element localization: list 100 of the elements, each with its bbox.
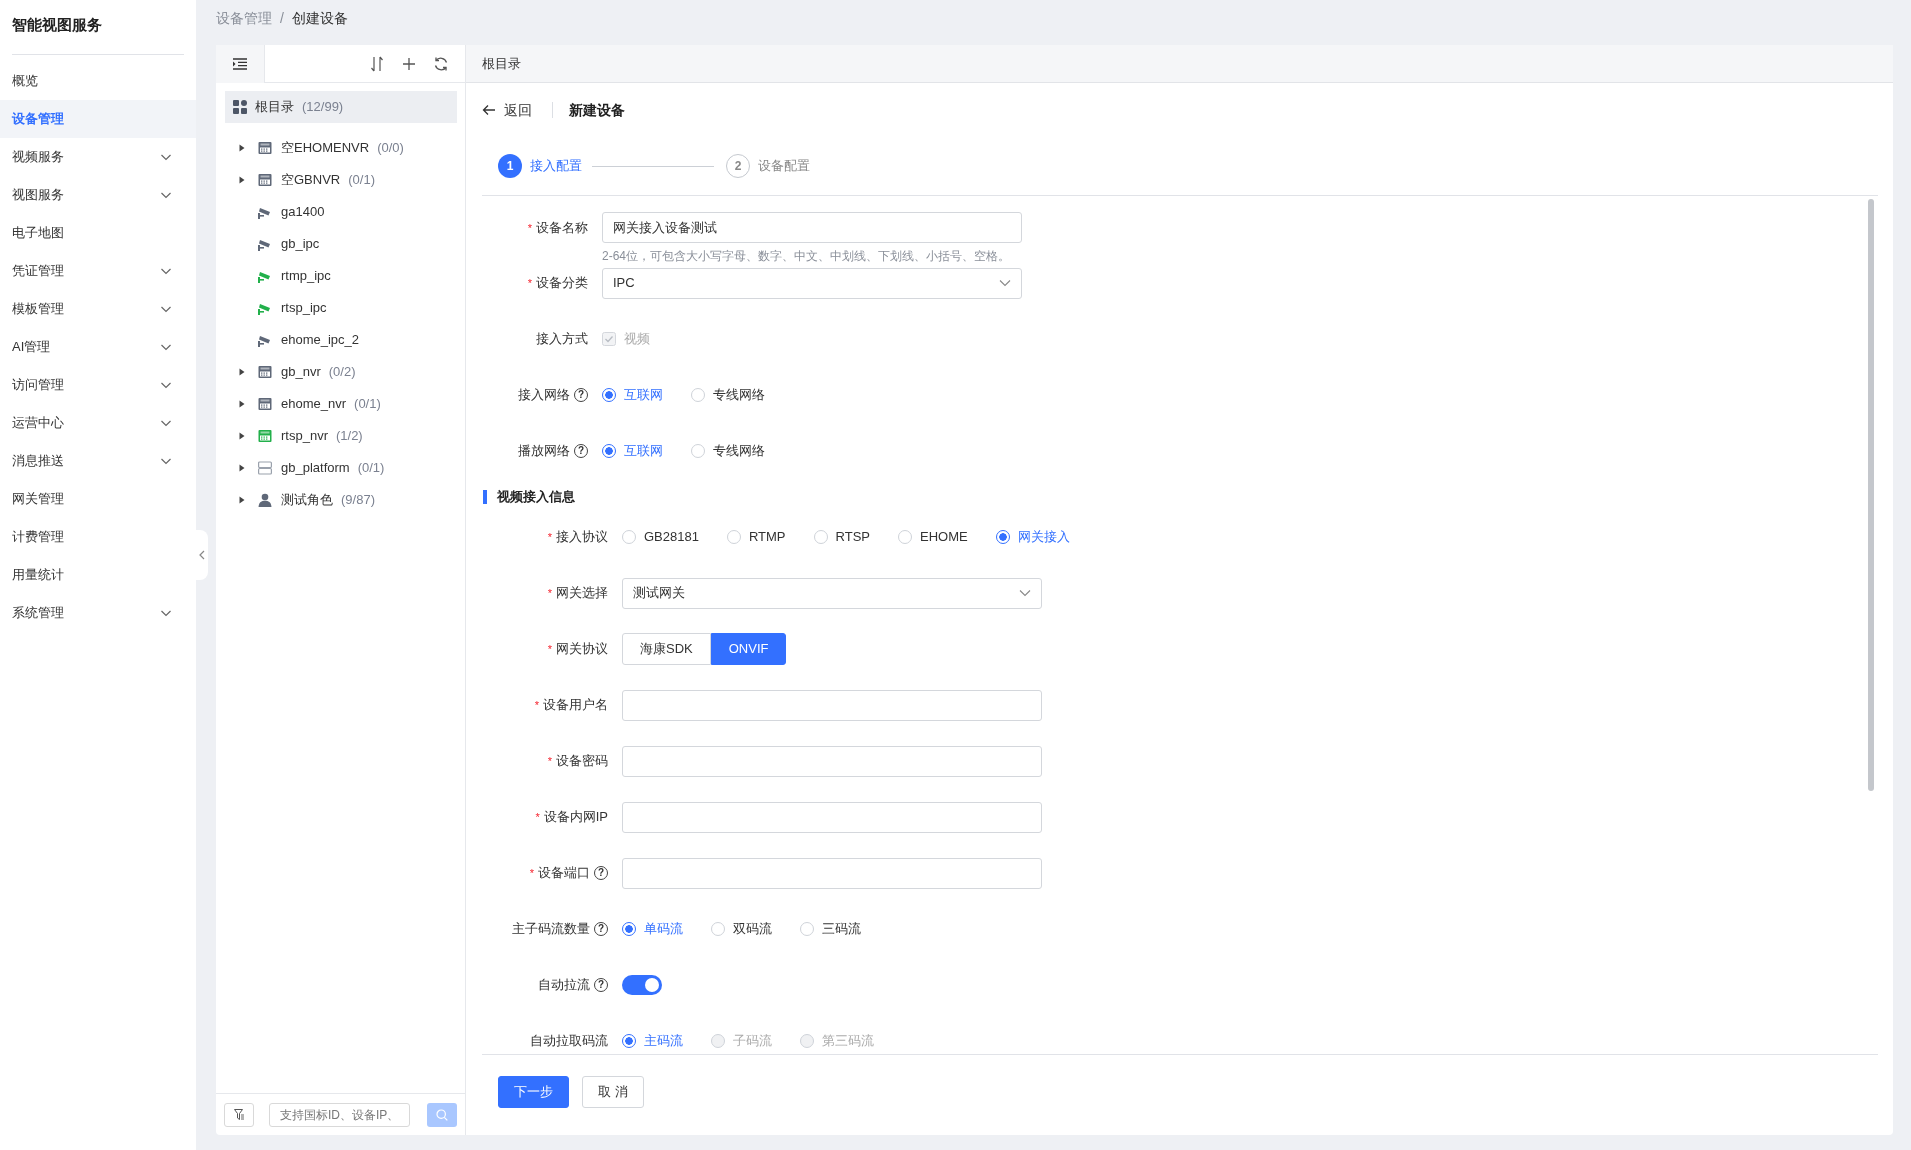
tree-label: rtsp_nvr	[281, 427, 328, 446]
sidebar-item[interactable]: 概览	[0, 62, 196, 100]
toggle-switch[interactable]	[622, 975, 662, 995]
radio-button[interactable]	[602, 388, 616, 402]
tree-item[interactable]: ehome_nvr (0/1)	[225, 388, 457, 420]
tree-label: 空GBNVR	[281, 171, 341, 190]
menu-icon	[233, 57, 247, 70]
scrollbar-thumb[interactable]	[1868, 199, 1874, 791]
tree-label: gb_platform	[281, 459, 350, 478]
required-mark: *	[547, 753, 552, 769]
next-button[interactable]: 下一步	[498, 1075, 569, 1108]
sidebar-item[interactable]: 系统管理	[0, 594, 196, 632]
tree-item[interactable]: rtmp_ipc	[225, 260, 457, 292]
option-label: RTSP	[835, 528, 870, 547]
tree-label: 空EHOMENVR	[281, 139, 370, 158]
tree-item[interactable]: rtsp_nvr (1/2)	[225, 420, 457, 452]
tree-count: (0/2)	[328, 363, 356, 382]
tree-item[interactable]: rtsp_ipc	[225, 292, 457, 324]
option-label: 专线网络	[713, 386, 765, 405]
caret-right-icon[interactable]	[238, 432, 246, 440]
chevron-down-icon	[1019, 589, 1031, 597]
sidebar-item[interactable]: 访问管理	[0, 366, 196, 404]
field-label: 播放网络	[518, 442, 570, 461]
option-label: 专线网络	[713, 442, 765, 461]
caret-right-icon[interactable]	[238, 400, 246, 408]
segment-tab[interactable]: ONVIF	[710, 633, 787, 665]
field-label: 自动拉流	[538, 976, 590, 995]
required-mark: *	[527, 275, 532, 291]
tree-label: ga1400	[281, 203, 325, 222]
back-link[interactable]: 返回	[482, 99, 532, 121]
cancel-button[interactable]: 取 消	[582, 1075, 644, 1108]
required-mark: *	[535, 809, 540, 825]
select-field[interactable]: IPC	[602, 267, 1022, 299]
caret-right-icon[interactable]	[238, 464, 246, 472]
tree-count: (0/1)	[357, 459, 385, 478]
radio-button[interactable]	[602, 444, 616, 458]
caret-right-icon[interactable]	[238, 176, 246, 184]
tree-item[interactable]: 空EHOMENVR (0/0)	[225, 132, 457, 164]
option-label: 双码流	[733, 920, 772, 939]
option-label: 互联网	[624, 386, 663, 405]
sidebar-item[interactable]: 电子地图	[0, 214, 196, 252]
hint-text: 2-64位，可包含大小写字母、数字、中文、中划线、下划线、小括号、空格。	[602, 248, 1012, 265]
tree-count: (0/1)	[348, 171, 375, 190]
tree-item[interactable]: gb_ipc	[225, 228, 457, 260]
sidebar-item[interactable]: 消息推送	[0, 442, 196, 480]
tree-item[interactable]: gb_platform (0/1)	[225, 452, 457, 484]
tree-item[interactable]: gb_nvr (0/2)	[225, 356, 457, 388]
sidebar-item[interactable]: 用量统计	[0, 556, 196, 594]
required-mark: *	[527, 220, 532, 236]
tree-item[interactable]: 测试角色 (9/87)	[225, 484, 457, 516]
field-label: 设备密码	[556, 752, 608, 771]
field-label: 设备端口	[538, 864, 590, 883]
caret-right-icon[interactable]	[238, 144, 246, 152]
sidebar-item[interactable]: 视频服务	[0, 138, 196, 176]
field-label: 网关选择	[556, 584, 608, 603]
tree-item[interactable]: ehome_ipc_2	[225, 324, 457, 356]
tree-count: (9/87)	[341, 491, 375, 510]
input-field[interactable]: 网关接入设备测试	[602, 212, 1022, 243]
refresh-button[interactable]	[433, 55, 449, 72]
input-field[interactable]	[622, 801, 1042, 833]
field-label: 设备名称	[536, 219, 588, 238]
radio-button[interactable]	[622, 922, 636, 936]
filter-icon	[234, 1109, 244, 1120]
chevron-down-icon	[999, 279, 1011, 287]
option-label: 视频	[624, 330, 650, 349]
menu-button[interactable]	[216, 44, 265, 83]
tree-item[interactable]: 空GBNVR (0/1)	[225, 164, 457, 196]
segment-tab[interactable]: 海康SDK	[622, 633, 711, 665]
select-field[interactable]: 测试网关	[622, 577, 1042, 609]
field-label: 设备分类	[536, 274, 588, 293]
input-field[interactable]	[622, 857, 1042, 889]
tree-root-item[interactable]: 根目录 (12/99)	[225, 91, 457, 123]
radio-button[interactable]	[622, 1034, 636, 1048]
sidebar-item[interactable]: 模板管理	[0, 290, 196, 328]
search-icon	[436, 1108, 448, 1121]
sidebar-item[interactable]: 网关管理	[0, 480, 196, 518]
caret-right-icon[interactable]	[238, 496, 246, 504]
collapse-handle[interactable]	[196, 530, 208, 580]
sidebar-item[interactable]: 设备管理	[0, 100, 196, 138]
caret-right-icon[interactable]	[238, 368, 246, 376]
input-field[interactable]	[622, 745, 1042, 777]
tree-item[interactable]: ga1400	[225, 196, 457, 228]
sort-button[interactable]	[369, 55, 385, 72]
sidebar-item[interactable]: 运营中心	[0, 404, 196, 442]
radio-button[interactable]	[995, 530, 1010, 544]
step-label: 设备配置	[758, 157, 810, 176]
arrow-left-icon	[482, 104, 496, 116]
sidebar-item[interactable]: 计费管理	[0, 518, 196, 556]
sidebar-item[interactable]: 视图服务	[0, 176, 196, 214]
chevron-left-icon	[199, 550, 205, 560]
step-label: 接入配置	[530, 157, 582, 176]
tree-label: ehome_nvr	[281, 395, 347, 414]
tree-label: rtsp_ipc	[281, 299, 327, 318]
sidebar-item[interactable]: 凭证管理	[0, 252, 196, 290]
filter-button[interactable]	[224, 1102, 254, 1127]
sidebar-item[interactable]: AI管理	[0, 328, 196, 366]
refresh-icon	[433, 55, 449, 72]
field-label: 接入协议	[556, 528, 608, 547]
input-field[interactable]	[622, 689, 1042, 721]
add-button[interactable]	[401, 55, 417, 72]
